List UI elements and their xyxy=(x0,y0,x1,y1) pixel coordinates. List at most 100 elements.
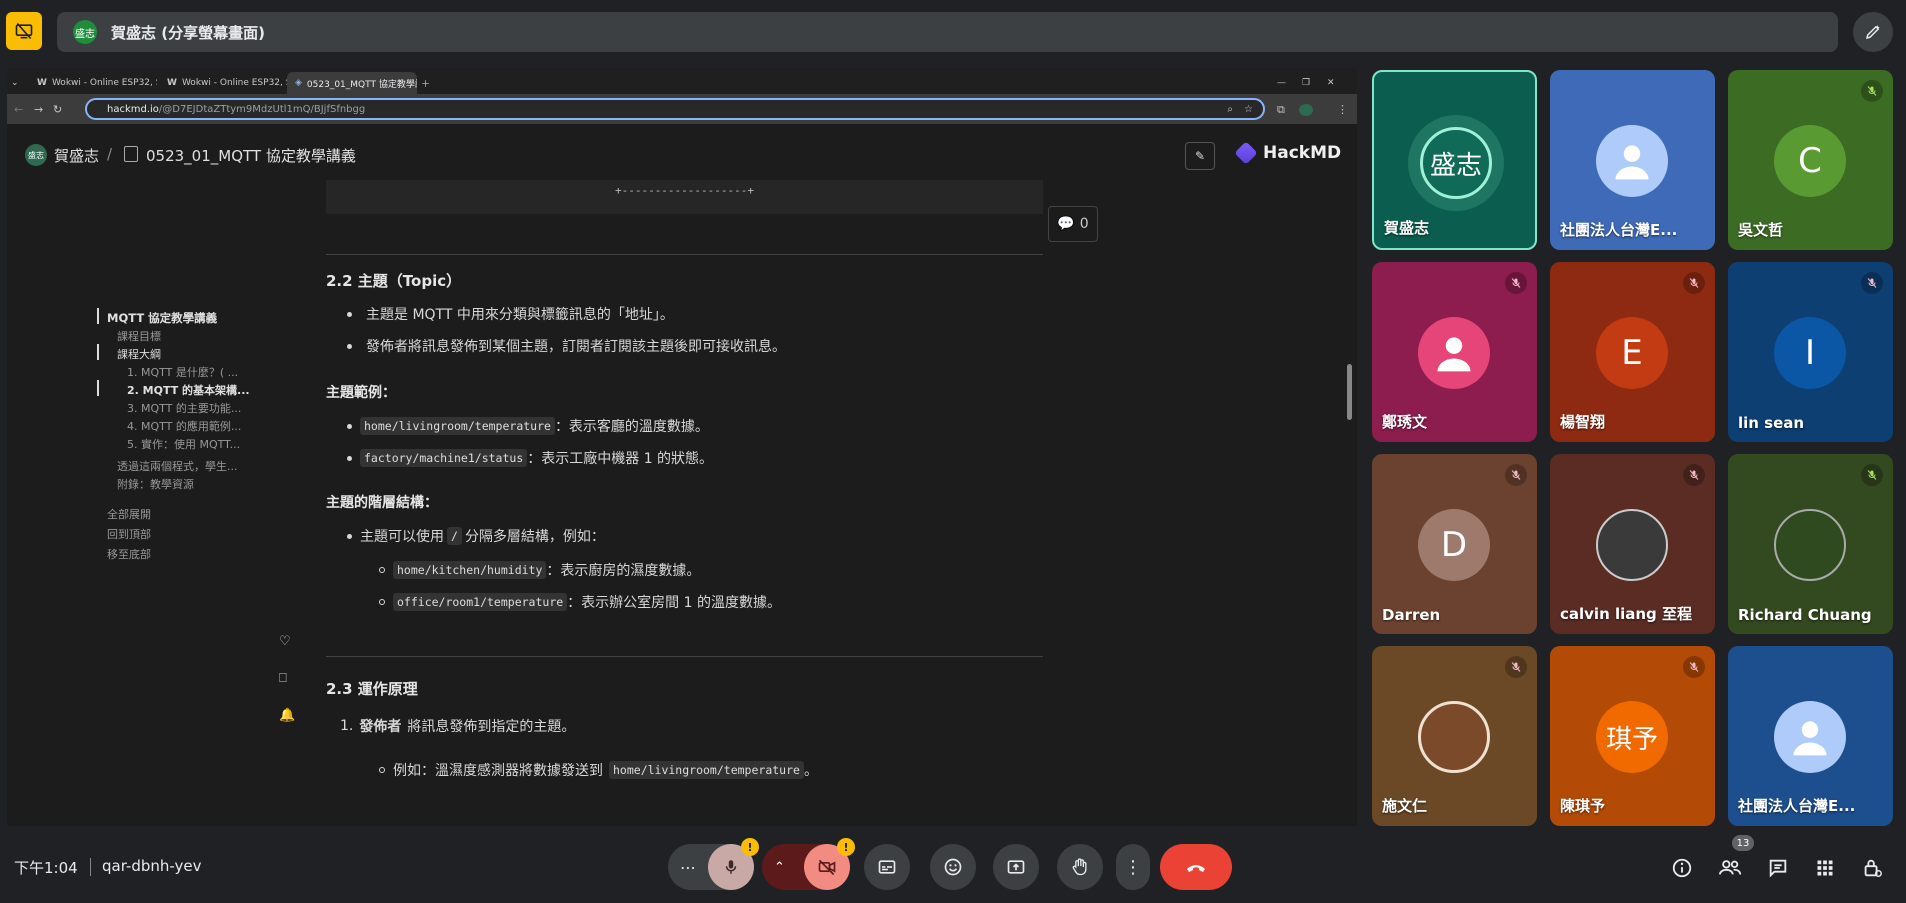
leave-call-button[interactable] xyxy=(1160,844,1232,890)
participant-tile[interactable]: Richard Chuang xyxy=(1728,454,1893,634)
hackmd-page: 盛志 賀盛志 / 0523_01_MQTT 協定教學講義 ✎ HackMD +-… xyxy=(7,124,1357,826)
browser-menu-icon[interactable]: ⋮ xyxy=(1337,103,1348,116)
reactions-button[interactable] xyxy=(930,844,976,890)
chat-icon[interactable] xyxy=(1764,854,1792,882)
restore-icon[interactable]: ❐ xyxy=(1302,72,1318,94)
bookmark-icon[interactable]: ⎕ xyxy=(279,671,287,686)
list-item: 主題可以使用 / 分隔多層結構，例如： xyxy=(347,526,605,546)
participant-avatar xyxy=(1774,701,1846,773)
toc-to-bottom[interactable]: 移至底部 xyxy=(107,546,151,562)
meeting-info-icon[interactable] xyxy=(1668,854,1696,882)
presenter-avatar: 盛志 xyxy=(73,20,97,44)
present-now-button[interactable] xyxy=(993,844,1039,890)
list-item: factory/machine1/status ：表示工廠中機器 1 的狀態。 xyxy=(347,448,713,468)
edit-pen-button[interactable]: ✎ xyxy=(1185,142,1215,170)
toc-item[interactable]: 3. MQTT 的主要功能... xyxy=(127,400,257,416)
participant-tile[interactable]: C 吳文哲 xyxy=(1728,70,1893,250)
scrollbar[interactable] xyxy=(1347,364,1352,420)
hackmd-logo[interactable]: HackMD xyxy=(1234,141,1341,165)
annotate-pen-icon[interactable] xyxy=(1853,12,1893,52)
participant-name: 楊智翔 xyxy=(1560,413,1606,431)
bookmark-star-icon[interactable]: ☆ xyxy=(1244,104,1253,115)
back-icon[interactable]: ← xyxy=(14,103,23,116)
host-controls-lock-icon[interactable] xyxy=(1858,854,1886,882)
raise-hand-button[interactable] xyxy=(1057,844,1103,890)
participant-tile[interactable]: 盛志 賀盛志 xyxy=(1372,70,1537,250)
comment-button[interactable]: 💬 0 xyxy=(1048,206,1098,242)
tab-search-icon[interactable]: ⌄ xyxy=(11,72,25,94)
mic-muted-icon xyxy=(1505,656,1527,678)
document-icon xyxy=(124,146,138,162)
toc-item[interactable]: 課程目標 xyxy=(117,328,161,344)
reload-icon[interactable]: ↻ xyxy=(53,103,62,116)
participant-avatar xyxy=(1596,125,1668,197)
chevron-up-icon: ⌃ xyxy=(774,859,785,875)
toc-item-active[interactable]: 2. MQTT 的基本架構... xyxy=(127,382,257,398)
divider xyxy=(90,858,91,876)
minimize-icon[interactable]: — xyxy=(1277,72,1293,94)
close-window-icon[interactable]: ✕ xyxy=(1327,72,1343,94)
code-block: +-------------------+ xyxy=(326,180,1043,214)
toc-item[interactable]: 附錄：教學資源 xyxy=(117,476,194,492)
more-horiz-icon: ⋯ xyxy=(680,857,696,877)
profile-avatar[interactable] xyxy=(1299,104,1313,116)
captions-icon xyxy=(878,860,896,874)
clock: 下午1:04 xyxy=(14,859,78,877)
participant-tile[interactable]: E 楊智翔 xyxy=(1550,262,1715,442)
toc-item[interactable]: 1. MQTT 是什麼？( ... xyxy=(127,364,257,380)
participant-tile[interactable]: 鄭琇文 xyxy=(1372,262,1537,442)
toc-item[interactable]: 5. 實作：使用 MQTT... xyxy=(127,436,257,452)
participant-tile[interactable]: D Darren xyxy=(1372,454,1537,634)
more-options-button[interactable]: ⋮ xyxy=(1116,844,1150,890)
participant-name: 吳文哲 xyxy=(1738,221,1784,239)
document-title: 0523_01_MQTT 協定教學講義 xyxy=(146,147,356,165)
zoom-icon[interactable]: ⌕ xyxy=(1227,104,1233,115)
heading-examples: 主題範例： xyxy=(326,385,396,401)
hackmd-user-name[interactable]: 賀盛志 xyxy=(54,145,99,166)
people-icon[interactable] xyxy=(1716,854,1744,882)
toc-active-bar xyxy=(97,308,99,324)
participant-name: 鄭琇文 xyxy=(1382,413,1428,431)
participant-tile[interactable]: 施文仁 xyxy=(1372,646,1537,826)
browser-tab-wokwi-1[interactable]: W Wokwi - Online ESP32, STM3... ✕ xyxy=(29,72,157,94)
participant-name: 陳琪予 xyxy=(1560,797,1606,815)
participant-tile[interactable]: calvin liang 至程 xyxy=(1550,454,1715,634)
list-item: home/kitchen/humidity ：表示廚房的濕度數據。 xyxy=(379,560,700,580)
participant-tile[interactable]: 社團法人台灣E... xyxy=(1728,646,1893,826)
comment-icon: 💬 xyxy=(1057,216,1075,232)
participant-tile[interactable]: 社團法人台灣E... xyxy=(1550,70,1715,250)
mic-warning-badge: ! xyxy=(741,838,759,856)
participant-tile[interactable]: 琪予 陳琪予 xyxy=(1550,646,1715,826)
toc-item[interactable]: 課程大綱 xyxy=(117,346,161,362)
participant-avatar xyxy=(1774,509,1846,581)
toc-active-bar xyxy=(97,344,99,360)
toc-item[interactable]: 透過這兩個程式，學生... xyxy=(117,458,257,474)
toc-back-to-top[interactable]: 回到頂部 xyxy=(107,526,151,542)
activities-grid-icon[interactable] xyxy=(1811,854,1839,882)
browser-tab-bar: ⌄ W Wokwi - Online ESP32, STM3... ✕ W Wo… xyxy=(7,68,1357,94)
list-item: office/room1/temperature ：表示辦公室房間 1 的溫度數據… xyxy=(379,592,781,612)
extensions-icon[interactable]: ⧉ xyxy=(1277,103,1285,117)
toc-active-bar xyxy=(97,380,99,396)
presenter-title: 賀盛志 (分享螢幕畫面) xyxy=(111,23,265,42)
browser-tab-hackmd[interactable]: ◈ 0523_01_MQTT 協定教學講義 ✕ xyxy=(287,72,417,94)
captions-button[interactable] xyxy=(864,844,910,890)
bell-icon[interactable]: 🔔 xyxy=(279,708,295,723)
toc-title[interactable]: MQTT 協定教學講義 xyxy=(107,310,217,326)
mic-muted-icon xyxy=(1505,464,1527,486)
heading-principle: 2.3 運作原理 xyxy=(326,680,418,698)
more-vert-icon: ⋮ xyxy=(1124,856,1142,878)
participant-tile[interactable]: Ilin sean xyxy=(1728,262,1893,442)
stop-presenting-icon[interactable] xyxy=(6,12,42,50)
browser-tab-wokwi-2[interactable]: W Wokwi - Online ESP32, STM3... ✕ xyxy=(159,72,287,94)
forward-icon[interactable]: → xyxy=(34,103,43,116)
heart-icon[interactable]: ♡ xyxy=(279,634,291,649)
hackmd-user-avatar[interactable]: 盛志 xyxy=(25,144,47,166)
toc-item[interactable]: 4. MQTT 的應用範例... xyxy=(127,418,257,434)
presentation-banner: 盛志 賀盛志 (分享螢幕畫面) xyxy=(57,12,1838,52)
participant-avatar: 盛志 xyxy=(1420,127,1492,199)
address-bar-input[interactable]: hackmd.io/@D7EJDtaZTtym9MdzUtl1mQ/BJjfSf… xyxy=(85,98,1265,120)
camera-warning-badge: ! xyxy=(837,838,855,856)
toc-expand-all[interactable]: 全部展開 xyxy=(107,506,151,522)
new-tab-icon[interactable]: ＋ xyxy=(417,72,437,94)
